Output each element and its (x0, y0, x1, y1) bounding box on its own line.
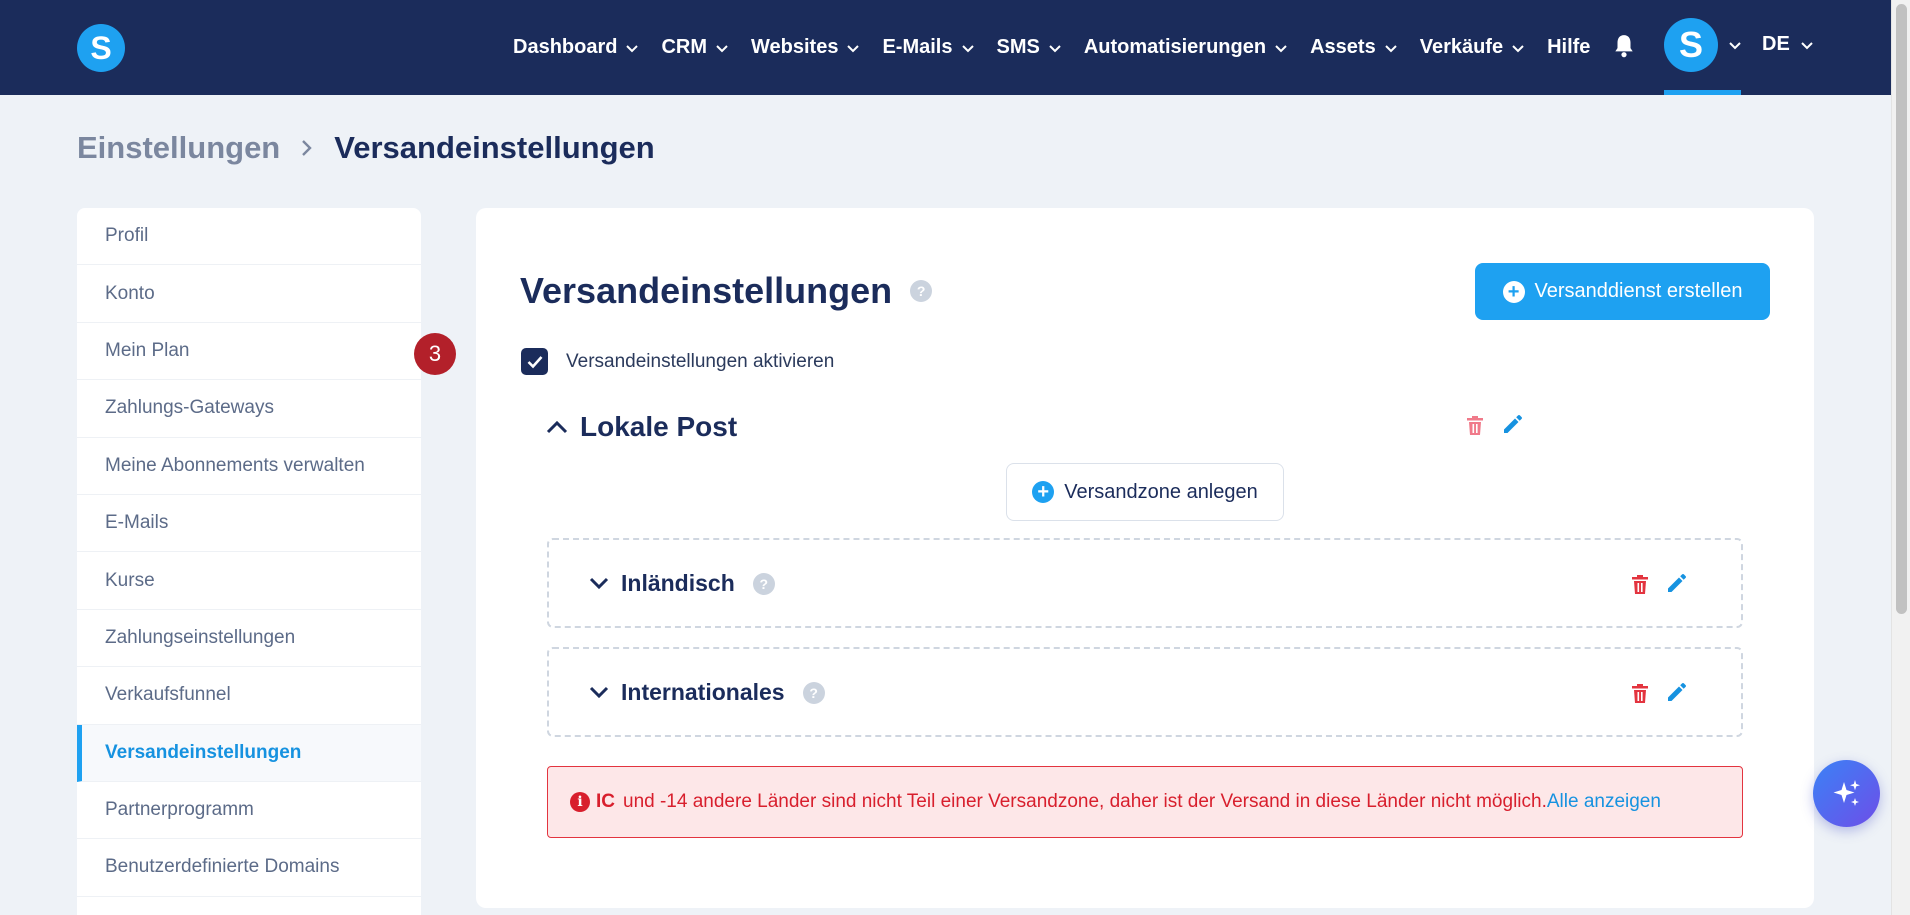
delete-zone-icon[interactable] (1628, 573, 1652, 597)
sidebar-item-emails[interactable]: E-Mails (77, 495, 421, 553)
enable-shipping-checkbox-row[interactable]: Versandeinstellungen aktivieren (520, 348, 834, 375)
ai-assistant-button[interactable] (1813, 760, 1880, 827)
chevron-down-icon (1049, 44, 1061, 52)
logo[interactable]: S (77, 24, 125, 72)
nav-verkaeufe-label: Verkäufe (1419, 36, 1504, 58)
sparkle-icon (1833, 779, 1860, 806)
nav-assets-label: Assets (1310, 36, 1376, 58)
chevron-down-icon (1801, 41, 1813, 49)
add-shipping-zone-button[interactable]: + Versandzone anlegen (1006, 463, 1284, 521)
chevron-down-icon (1275, 44, 1287, 52)
language-label: DE (1762, 33, 1790, 55)
zone-name: Internationales (621, 679, 785, 705)
plus-circle-icon: + (1502, 280, 1525, 303)
breadcrumb-parent[interactable]: Einstellungen (77, 130, 280, 166)
show-all-link[interactable]: Alle anzeigen (1547, 791, 1661, 813)
chevron-down-icon (1729, 42, 1741, 50)
info-icon: i (570, 792, 590, 812)
create-shipping-service-button[interactable]: + Versanddienst erstellen (1475, 263, 1770, 320)
active-indicator (1664, 90, 1741, 95)
scrollbar-thumb[interactable] (1896, 4, 1907, 614)
unassigned-countries-alert: i IC und -14 andere Länder sind nicht Te… (547, 766, 1743, 838)
help-icon[interactable]: ? (910, 280, 933, 302)
nav-hilfe[interactable]: Hilfe (1547, 36, 1590, 59)
shipping-zone-inlaendisch: Inländisch ? (547, 538, 1743, 628)
sidebar-item-partnerprogramm[interactable]: Partnerprogramm (77, 782, 421, 840)
sidebar-item-verkaufsfunnel[interactable]: Verkaufsfunnel (77, 667, 421, 725)
enable-shipping-label: Versandeinstellungen aktivieren (566, 350, 835, 372)
sidebar-item-konto[interactable]: Konto (77, 265, 421, 323)
delete-service-icon[interactable] (1463, 414, 1487, 438)
delete-zone-icon[interactable] (1628, 682, 1652, 706)
sidebar-item-versandeinstellungen[interactable]: Versandeinstellungen (77, 724, 421, 782)
nav-automatisierungen[interactable]: Automatisierungen (1084, 36, 1288, 59)
top-navigation-bar: S Dashboard CRM Websites E-Mails SMS Aut… (0, 0, 1891, 95)
nav-automatisierungen-label: Automatisierungen (1083, 36, 1267, 58)
edit-zone-icon[interactable] (1665, 571, 1689, 595)
alert-text: und -14 andere Länder sind nicht Teil ei… (623, 791, 1547, 812)
chevron-down-icon (1512, 44, 1524, 52)
shipping-service-header[interactable]: Lokale Post (546, 411, 737, 443)
edit-service-icon[interactable] (1501, 412, 1525, 436)
user-menu[interactable]: S (1664, 18, 1742, 72)
sidebar-item-domains[interactable]: Benutzerdefinierte Domains (77, 839, 421, 897)
nav-crm[interactable]: CRM (661, 36, 729, 59)
chevron-down-icon (716, 44, 728, 52)
page-title: Versandeinstellungen (334, 130, 655, 165)
chevron-down-icon (847, 44, 860, 52)
sidebar-item-zahlungs-gateways[interactable]: Zahlungs-Gateways (77, 380, 421, 438)
section-title-text: Versandeinstellungen (520, 270, 893, 311)
nav-crm-label: CRM (661, 36, 708, 58)
chevron-down-icon (589, 686, 609, 699)
sidebar-item-abonnements[interactable]: Meine Abonnements verwalten (77, 438, 421, 495)
nav-emails[interactable]: E-Mails (882, 36, 974, 59)
enable-shipping-checkbox[interactable] (521, 348, 548, 375)
chevron-down-icon (626, 44, 639, 52)
nav-emails-label: E-Mails (882, 36, 953, 58)
page-scrollbar[interactable] (1891, 0, 1910, 915)
chevron-down-icon (961, 44, 974, 52)
edit-zone-icon[interactable] (1665, 680, 1689, 704)
plus-circle-icon: + (1032, 481, 1055, 503)
nav-sms-label: SMS (996, 36, 1040, 58)
zone-name: Inländisch (621, 570, 735, 596)
nav-verkaeufe[interactable]: Verkäufe (1420, 36, 1525, 59)
chevron-up-icon (546, 420, 568, 434)
chevron-right-icon (302, 140, 312, 156)
settings-sidebar: Profil Konto Mein Plan Zahlungs-Gateways… (77, 208, 421, 915)
help-icon[interactable]: ? (752, 572, 775, 595)
nav-dashboard[interactable]: Dashboard (513, 36, 639, 59)
nav-websites[interactable]: Websites (751, 36, 860, 59)
sidebar-item-kurse[interactable]: Kurse (77, 552, 421, 610)
shipping-service-name: Lokale Post (580, 411, 738, 442)
nav-dashboard-label: Dashboard (513, 36, 618, 58)
nav-assets[interactable]: Assets (1310, 36, 1398, 59)
add-shipping-zone-label: Versandzone anlegen (1064, 480, 1258, 503)
checkmark-icon (527, 355, 542, 368)
bell-icon[interactable] (1611, 33, 1637, 59)
avatar: S (1664, 18, 1718, 72)
main-nav: Dashboard CRM Websites E-Mails SMS Autom… (513, 0, 1612, 95)
shipping-zone-internationales: Internationales ? (547, 647, 1743, 737)
language-selector[interactable]: DE (1762, 33, 1814, 56)
section-title: Versandeinstellungen ? (520, 270, 933, 312)
nav-hilfe-label: Hilfe (1547, 36, 1591, 58)
shipping-settings-card: Versandeinstellungen ? + Versanddienst e… (476, 208, 1814, 908)
zone-header[interactable]: Inländisch ? (589, 570, 775, 597)
alert-country-code: IC (596, 791, 615, 812)
chevron-down-icon (1384, 44, 1397, 52)
chevron-down-icon (589, 577, 609, 590)
zone-header[interactable]: Internationales ? (589, 679, 825, 706)
sidebar-item-zahlungseinstellungen[interactable]: Zahlungseinstellungen (77, 610, 421, 668)
step-badge: 3 (414, 333, 456, 375)
sidebar-item-mein-plan[interactable]: Mein Plan (77, 323, 421, 381)
nav-websites-label: Websites (751, 36, 839, 58)
nav-sms[interactable]: SMS (997, 36, 1062, 59)
breadcrumb: Einstellungen Versandeinstellungen (77, 130, 655, 166)
help-icon[interactable]: ? (802, 681, 825, 704)
create-shipping-service-label: Versanddienst erstellen (1534, 280, 1743, 302)
sidebar-item-profil[interactable]: Profil (77, 208, 421, 266)
